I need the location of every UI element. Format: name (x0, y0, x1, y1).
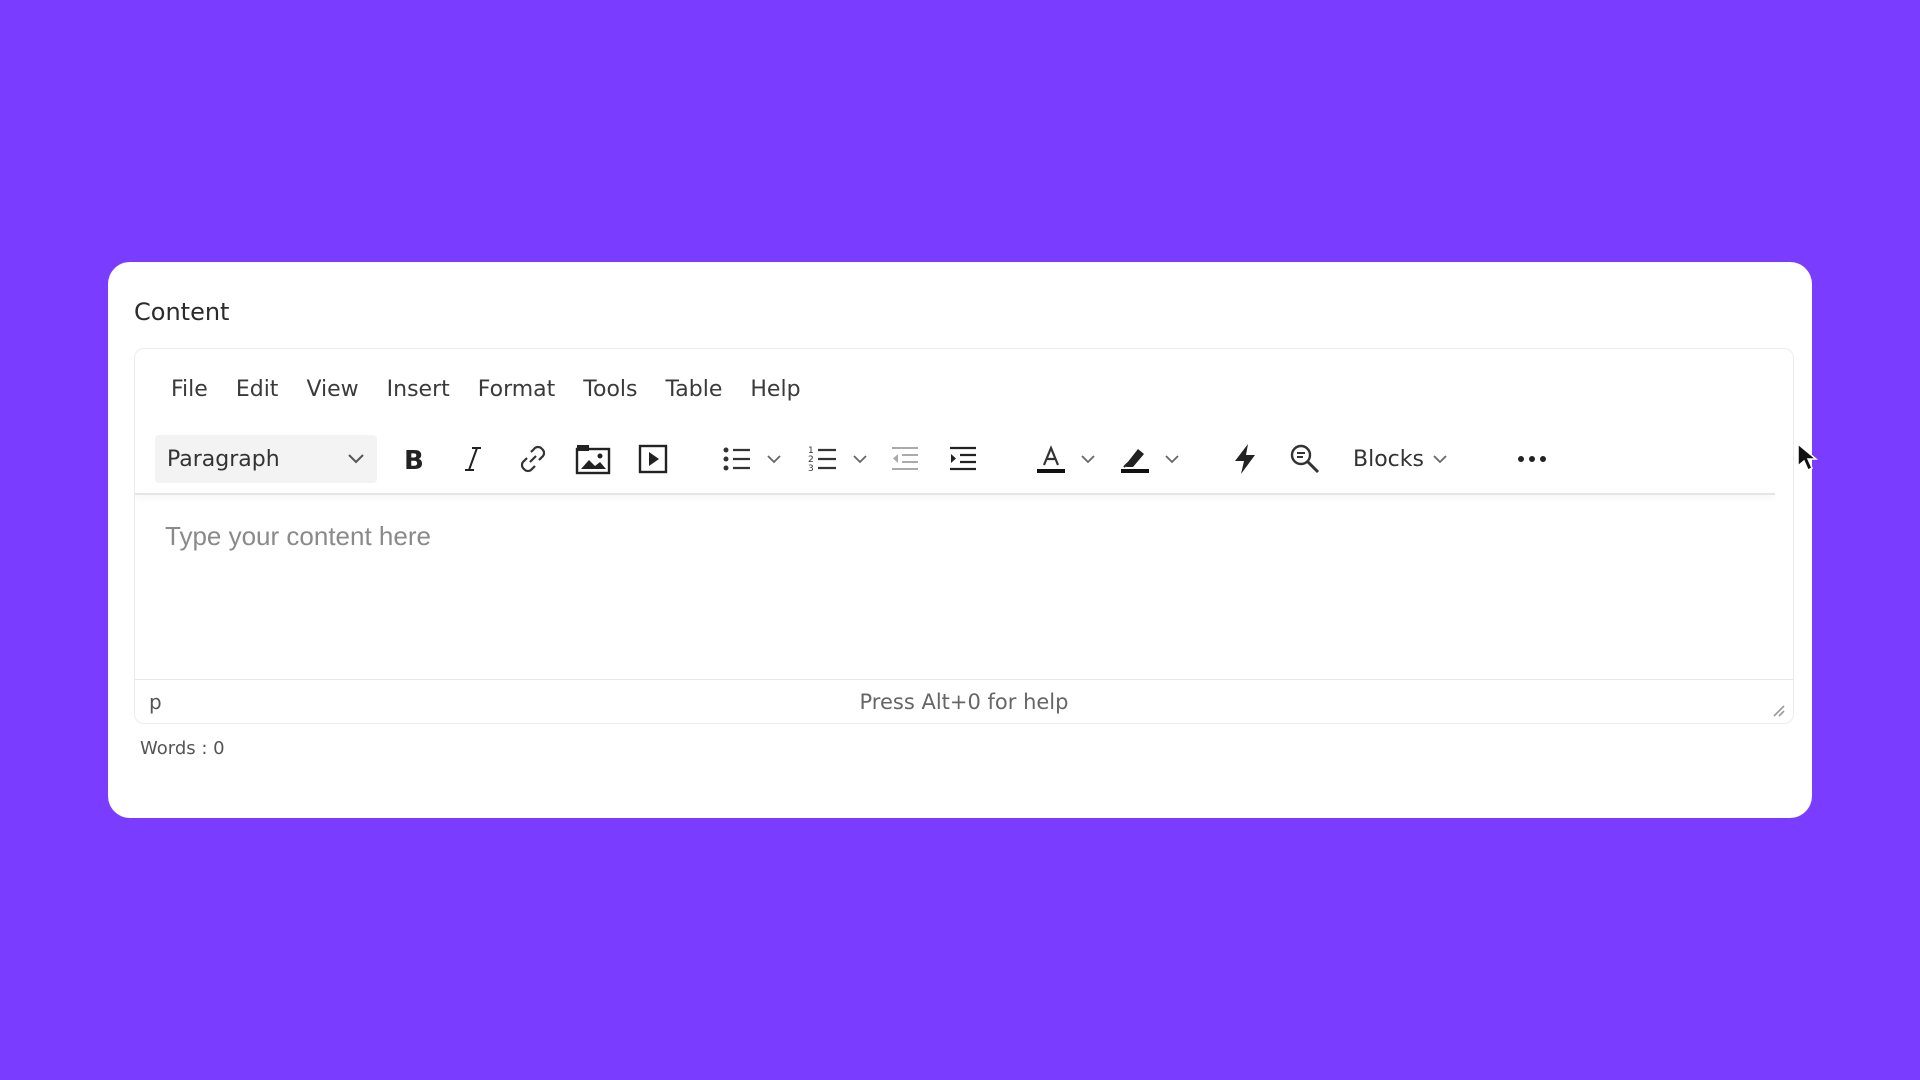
menu-insert[interactable]: Insert (373, 371, 464, 408)
text-color-icon (1037, 445, 1065, 473)
media-icon (638, 444, 668, 474)
svg-text:B: B (404, 446, 424, 473)
find-replace-button[interactable] (1281, 435, 1329, 483)
toolbar: Paragraph B 1 2 3 Blocks (155, 433, 1556, 485)
link-icon (520, 445, 546, 473)
chevron-down-icon (1165, 455, 1179, 464)
card-title: Content (134, 298, 230, 326)
block-format-value: Paragraph (167, 446, 280, 472)
insert-media-button[interactable] (629, 435, 677, 483)
blocks-label: Blocks (1353, 446, 1424, 472)
menu-help[interactable]: Help (736, 371, 814, 408)
numbered-list-dropdown[interactable] (847, 435, 873, 483)
chevron-down-icon (853, 455, 867, 464)
bullet-list-dropdown[interactable] (761, 435, 787, 483)
chevron-down-icon (348, 454, 364, 464)
statusbar: p Press Alt+0 for help (135, 679, 1793, 723)
more-icon (1517, 456, 1546, 462)
outdent-button[interactable] (881, 435, 929, 483)
bullet-list-icon (723, 447, 750, 471)
numbered-list-icon: 123 (808, 446, 836, 474)
content-editable-area[interactable]: Type your content here (165, 521, 431, 552)
chevron-down-icon (767, 455, 781, 464)
blocks-dropdown[interactable]: Blocks (1343, 435, 1458, 483)
insert-image-button[interactable] (569, 435, 617, 483)
resize-handle-icon[interactable] (1769, 701, 1785, 717)
menu-edit[interactable]: Edit (222, 371, 293, 408)
highlight-dropdown[interactable] (1159, 435, 1185, 483)
menu-table[interactable]: Table (652, 371, 737, 408)
word-count: Words : 0 (140, 738, 225, 759)
more-options-button[interactable] (1508, 435, 1556, 483)
quick-action-button[interactable] (1221, 435, 1269, 483)
outdent-icon (892, 447, 918, 470)
indent-icon (950, 446, 976, 471)
menu-tools[interactable]: Tools (569, 371, 651, 408)
highlight-button[interactable] (1111, 435, 1159, 483)
chevron-down-icon (1081, 455, 1095, 464)
menubar: File Edit View Insert Format Tools Table… (157, 369, 815, 409)
find-replace-icon (1290, 444, 1320, 474)
menu-file[interactable]: File (157, 371, 222, 408)
rich-text-editor: File Edit View Insert Format Tools Table… (134, 348, 1794, 724)
mouse-cursor-icon (1797, 442, 1818, 472)
chevron-down-icon (1433, 455, 1447, 464)
bold-icon: B (404, 446, 424, 473)
link-button[interactable] (509, 435, 557, 483)
image-icon (575, 445, 611, 475)
indent-button[interactable] (939, 435, 987, 483)
content-card: Content File Edit View Insert Format Too… (108, 262, 1812, 818)
text-color-button[interactable] (1027, 435, 1075, 483)
italic-icon (465, 447, 481, 471)
lightning-icon (1235, 444, 1255, 474)
italic-button[interactable] (449, 435, 497, 483)
highlight-icon (1121, 449, 1149, 473)
help-hint: Press Alt+0 for help (859, 690, 1069, 714)
bullet-list-button[interactable] (713, 435, 761, 483)
text-color-dropdown[interactable] (1075, 435, 1101, 483)
svg-text:3: 3 (808, 464, 814, 474)
menu-view[interactable]: View (292, 371, 372, 408)
block-format-select[interactable]: Paragraph (155, 435, 377, 483)
numbered-list-button[interactable]: 123 (799, 435, 847, 483)
toolbar-divider (135, 493, 1775, 495)
bold-button[interactable]: B (389, 435, 437, 483)
menu-format[interactable]: Format (464, 371, 570, 408)
